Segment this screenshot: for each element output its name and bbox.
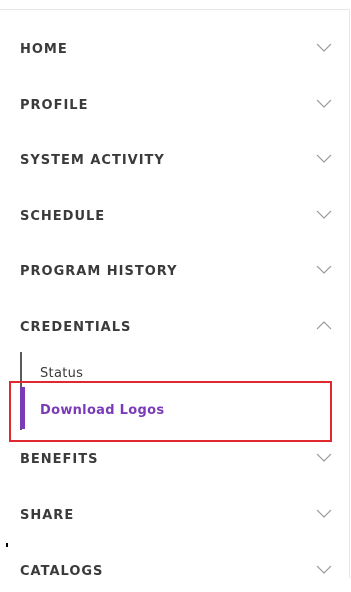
nav-item-schedule[interactable]: SCHEDULE: [0, 197, 349, 237]
chevron-down-icon[interactable]: [315, 151, 333, 165]
nav-item-label: PROGRAM HISTORY: [20, 264, 178, 279]
nav-item-credentials[interactable]: CREDENTIALS: [0, 308, 349, 348]
nav-item-label: CATALOGS: [20, 564, 104, 579]
submenu-item-download-logos[interactable]: Download Logos: [40, 403, 164, 418]
nav-item-share[interactable]: SHARE: [0, 496, 349, 536]
nav-item-system-activity[interactable]: SYSTEM ACTIVITY: [0, 141, 349, 181]
chevron-down-icon[interactable]: [315, 450, 333, 464]
chevron-down-icon[interactable]: [315, 207, 333, 221]
nav-item-label: HOME: [20, 42, 68, 57]
chevron-up-icon[interactable]: [315, 318, 333, 332]
chevron-down-icon[interactable]: [315, 96, 333, 110]
nav-item-label: PROFILE: [20, 98, 89, 113]
nav-item-program-history[interactable]: PROGRAM HISTORY: [0, 252, 349, 292]
chevron-down-icon[interactable]: [315, 506, 333, 520]
chevron-down-icon[interactable]: [315, 562, 333, 576]
nav-item-profile[interactable]: PROFILE: [0, 86, 349, 126]
chevron-down-icon[interactable]: [315, 262, 333, 276]
nav-item-benefits[interactable]: BENEFITS: [0, 440, 349, 480]
nav-item-label: BENEFITS: [20, 452, 99, 467]
active-indicator: [20, 387, 25, 429]
nav-item-catalogs[interactable]: CATALOGS: [0, 552, 349, 592]
stray-mark: [6, 543, 8, 547]
nav-item-label: CREDENTIALS: [20, 320, 132, 335]
submenu-item-status[interactable]: Status: [40, 366, 83, 381]
nav-item-label: SYSTEM ACTIVITY: [20, 153, 165, 168]
nav-item-label: SHARE: [20, 508, 75, 523]
nav-item-label: SCHEDULE: [20, 209, 106, 224]
chevron-down-icon[interactable]: [315, 40, 333, 54]
nav-item-home[interactable]: HOME: [0, 30, 349, 70]
